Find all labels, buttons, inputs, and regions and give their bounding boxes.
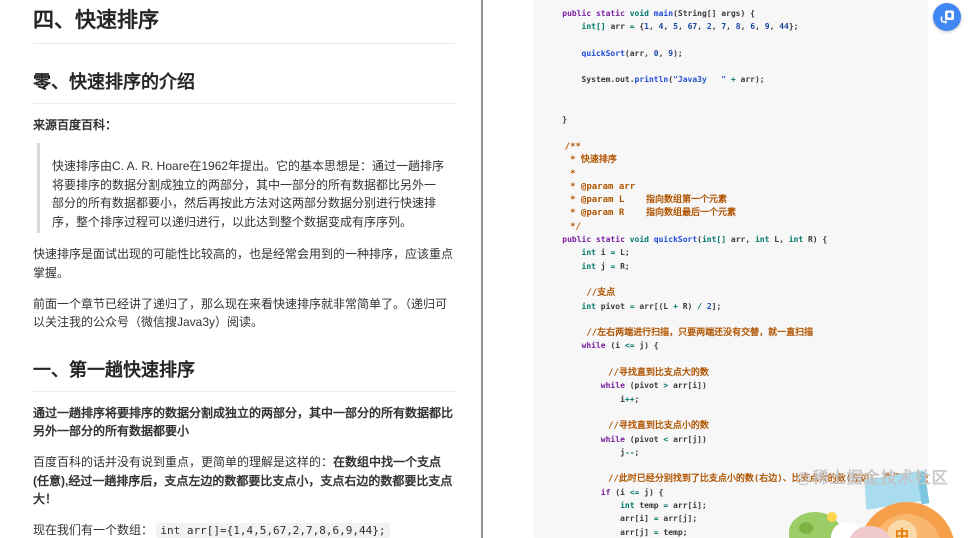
- section-heading-first-pass: 一、第一趟快速排序: [33, 356, 455, 392]
- paragraph-interview: 快速排序是面试出现的可能性比较高的，也是经常会用到的一种排序，应该重点掌握。: [33, 247, 454, 280]
- green-bush-spot: [799, 522, 813, 534]
- translate-button[interactable]: [933, 3, 961, 31]
- code-block: public static void main(String[] args) {…: [533, 0, 928, 538]
- yellow-dot: [827, 512, 837, 522]
- section-heading-intro: 零、快速排序的介绍: [33, 68, 455, 104]
- inline-code-array: int arr[]={1,4,5,67,2,7,8,6,9,44};: [156, 522, 390, 538]
- paragraph-prev-chapter: 前面一个章节已经讲了递归了，那么现在来看快速排序就非常简单了。（递归可以关注我的…: [33, 296, 448, 330]
- translate-icon: [939, 9, 955, 25]
- paragraph-array: 现在我们有一个数组： int arr[]={1,4,5,67,2,7,8,6,9…: [33, 521, 455, 538]
- watermark: @稀土掘金技术社区: [796, 470, 949, 487]
- baike-quote-text: 快速排序由C. A. R. Hoare在1962年提出。它的基本思想是：通过一趟…: [52, 159, 445, 229]
- article-title: 四、快速排序: [33, 4, 455, 44]
- source-label: 来源百度百科：: [33, 118, 118, 132]
- paragraph-baike-explain: 百度百科的话并没有说到重点，更简单的理解是这样的：在数组中找一个支点(任意),经…: [33, 453, 455, 509]
- paragraph-array-pre: 现在我们有一个数组：: [33, 522, 154, 537]
- paragraph-split: 通过一趟排序将要排序的数据分割成独立的两部分，其中一部分的所有数据都比另外一部分…: [33, 405, 454, 439]
- article-reader-window: 四、快速排序 零、快速排序的介绍 来源百度百科： 快速排序由C. A. R. H…: [0, 0, 972, 538]
- article-pane[interactable]: 四、快速排序 零、快速排序的介绍 来源百度百科： 快速排序由C. A. R. H…: [0, 0, 481, 538]
- baike-quote: 快速排序由C. A. R. Hoare在1962年提出。它的基本思想是：通过一趟…: [37, 143, 455, 234]
- code-pane[interactable]: public static void main(String[] args) {…: [483, 0, 972, 538]
- paragraph-baike-pre: 百度百科的话并没有说到重点，更简单的理解是这样的：: [33, 454, 334, 469]
